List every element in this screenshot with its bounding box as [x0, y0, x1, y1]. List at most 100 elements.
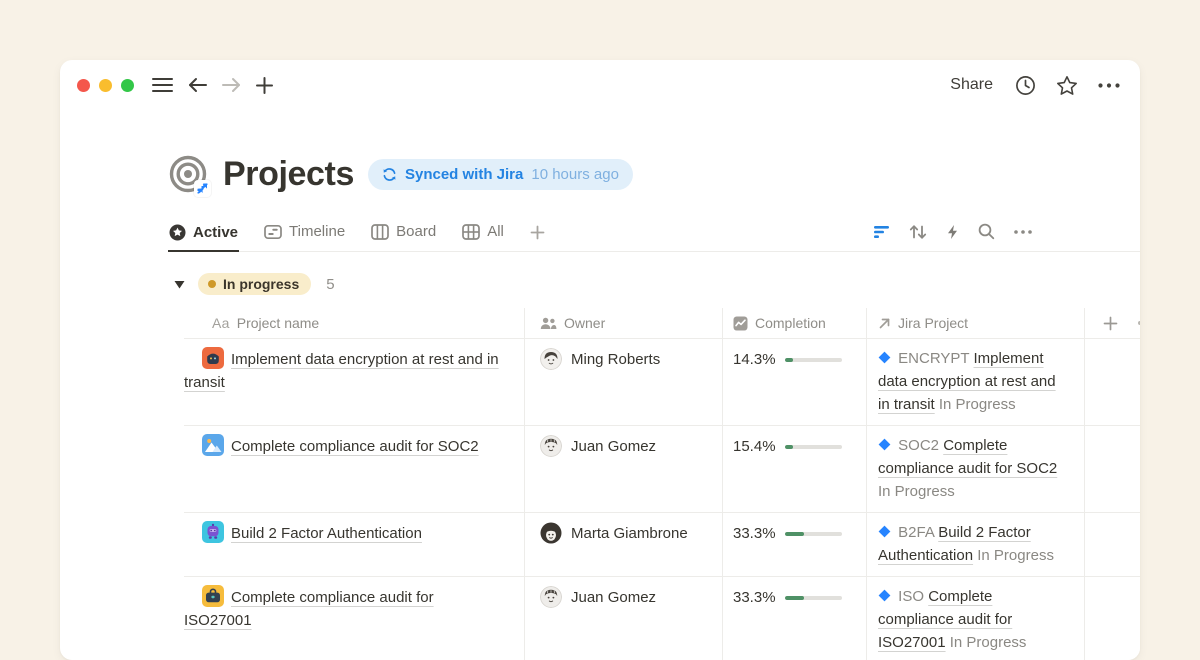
completion-cell[interactable]: 33.3%: [723, 513, 867, 576]
completion-cell[interactable]: 33.3%: [723, 577, 867, 660]
new-tab-icon[interactable]: [256, 77, 273, 94]
search-icon[interactable]: [978, 223, 995, 240]
group-label: In progress: [223, 276, 299, 292]
more-columns-icon[interactable]: [1138, 321, 1140, 325]
table-row: Complete compliance audit for ISO27001 J…: [184, 576, 1140, 660]
history-clock-icon[interactable]: [1015, 75, 1036, 96]
owner-cell[interactable]: Ming Roberts: [525, 339, 723, 425]
page-header: Projects Synced with Jira 10 hours ago: [168, 154, 1140, 194]
table-row: Implement data encryption at rest and in…: [184, 338, 1140, 425]
target-icon[interactable]: [168, 154, 208, 194]
owner-name: Marta Giambrone: [571, 522, 688, 545]
juan-avatar: [540, 586, 562, 608]
tab-timeline[interactable]: Timeline: [263, 223, 346, 251]
jira-project-cell[interactable]: ISO Complete compliance audit for ISO270…: [867, 577, 1085, 660]
column-header-project-name[interactable]: Aa Project name: [184, 308, 525, 338]
jira-diamond-icon: [878, 438, 891, 451]
tab-board[interactable]: Board: [370, 223, 437, 251]
starred-view-icon: [169, 224, 186, 241]
forward-icon[interactable]: [222, 77, 241, 93]
owner-cell[interactable]: Juan Gomez: [525, 577, 723, 660]
filter-icon[interactable]: [873, 225, 890, 239]
project-name-link[interactable]: Build 2 Factor Authentication: [202, 525, 422, 542]
automation-lightning-icon[interactable]: [946, 224, 959, 240]
view-more-icon[interactable]: [1014, 230, 1032, 234]
table-row: Complete compliance audit for SOC2 Juan …: [184, 425, 1140, 512]
owner-name: Juan Gomez: [571, 586, 656, 609]
owner-name: Ming Roberts: [571, 348, 660, 371]
progress-fill: [785, 358, 793, 363]
completion-percent: 33.3%: [733, 586, 776, 609]
group-header: In progress 5: [174, 273, 1140, 295]
close-window-button[interactable]: [77, 79, 90, 92]
column-header-jira-project[interactable]: Jira Project: [867, 308, 1085, 338]
project-name-link[interactable]: Complete compliance audit for SOC2: [202, 438, 479, 455]
back-icon[interactable]: [188, 77, 207, 93]
more-options-icon[interactable]: [1098, 83, 1120, 88]
timeline-view-icon: [264, 224, 282, 240]
table-view-icon: [462, 224, 480, 240]
table-header-row: Aa Project name Owner Completion Jira P: [184, 308, 1140, 338]
column-header-completion[interactable]: Completion: [723, 308, 867, 338]
share-button[interactable]: Share: [950, 76, 993, 94]
view-tabs-bar: Active Timeline Board All: [168, 214, 1140, 252]
completion-percent: 33.3%: [733, 522, 776, 545]
text-type-icon: Aa: [212, 315, 230, 331]
jira-diamond-icon: [878, 589, 891, 602]
progress-bar: [785, 358, 842, 363]
window-controls: [77, 79, 134, 92]
jira-sync-badge-icon: [194, 180, 211, 197]
tab-all[interactable]: All: [461, 223, 505, 251]
robot-icon: [202, 521, 224, 543]
group-count: 5: [326, 276, 334, 293]
zoom-window-button[interactable]: [121, 79, 134, 92]
progress-fill: [785, 596, 804, 601]
progress-fill: [785, 445, 794, 450]
jira-diamond-icon: [878, 351, 891, 364]
table-row: Build 2 Factor Authentication Marta Giam…: [184, 512, 1140, 576]
progress-fill: [785, 532, 804, 537]
chart-icon: [733, 316, 748, 331]
column-header-owner[interactable]: Owner: [525, 308, 723, 338]
people-icon: [540, 317, 557, 330]
projects-table: Aa Project name Owner Completion Jira P: [184, 308, 1140, 660]
window-titlebar: Share: [60, 60, 1140, 110]
completion-cell[interactable]: 14.3%: [723, 339, 867, 425]
menu-icon[interactable]: [152, 77, 173, 93]
page-title: Projects: [223, 155, 354, 194]
minimize-window-button[interactable]: [99, 79, 112, 92]
owner-cell[interactable]: Marta Giambrone: [525, 513, 723, 576]
tab-active[interactable]: Active: [168, 224, 239, 252]
jira-project-cell[interactable]: B2FA Build 2 Factor Authentication In Pr…: [867, 513, 1085, 576]
progress-bar: [785, 596, 842, 601]
synced-with-jira-badge[interactable]: Synced with Jira 10 hours ago: [368, 159, 633, 190]
pouch-icon: [202, 347, 224, 369]
add-view-icon[interactable]: [529, 225, 546, 251]
project-name-link[interactable]: Complete compliance audit for ISO27001: [184, 589, 434, 629]
synced-label: Synced with Jira: [405, 166, 523, 183]
collapse-triangle-icon[interactable]: [174, 280, 185, 289]
favorite-star-icon[interactable]: [1056, 75, 1078, 96]
progress-bar: [785, 532, 842, 537]
canvas-background: { "colors": { "canvas_bg": "#F8F2E7", "c…: [0, 0, 1200, 630]
sync-icon: [382, 167, 397, 182]
board-view-icon: [371, 224, 389, 240]
synced-time: 10 hours ago: [531, 166, 619, 183]
sort-icon[interactable]: [909, 224, 927, 240]
arrow-up-right-icon: [878, 317, 891, 330]
view-toolbar: [873, 223, 1032, 251]
jira-project-cell[interactable]: ENCRYPT Implement data encryption at res…: [867, 339, 1085, 425]
completion-cell[interactable]: 15.4%: [723, 426, 867, 512]
juan-avatar: [540, 435, 562, 457]
owner-name: Juan Gomez: [571, 435, 656, 458]
jira-diamond-icon: [878, 525, 891, 538]
briefcase-icon: [202, 585, 224, 607]
project-name-link[interactable]: Implement data encryption at rest and in…: [184, 351, 499, 391]
marta-avatar: [540, 522, 562, 544]
add-column-icon[interactable]: [1085, 308, 1140, 338]
mountain-icon: [202, 434, 224, 456]
owner-cell[interactable]: Juan Gomez: [525, 426, 723, 512]
status-badge[interactable]: In progress: [198, 273, 311, 295]
jira-project-cell[interactable]: SOC2 Complete compliance audit for SOC2 …: [867, 426, 1085, 512]
completion-percent: 15.4%: [733, 435, 776, 458]
